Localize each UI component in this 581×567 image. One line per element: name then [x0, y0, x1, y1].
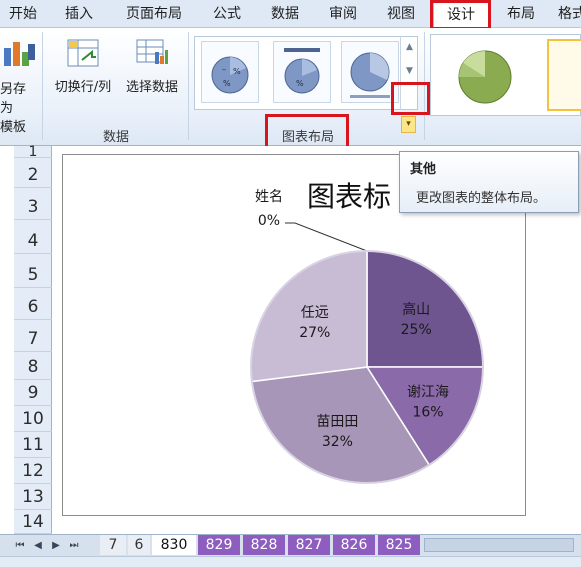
group-separator — [188, 32, 189, 140]
tab-view[interactable]: 视图 — [376, 0, 426, 28]
row-header[interactable]: 12 — [14, 458, 52, 484]
slice-category-label: 高山 — [402, 301, 430, 318]
gallery-scroll-down-button[interactable]: ▼ — [402, 60, 417, 82]
svg-text:%: % — [223, 79, 231, 88]
sheet-tab[interactable]: 7 — [100, 535, 126, 555]
row-header[interactable]: 13 — [14, 484, 52, 510]
gallery-more-button[interactable]: ▾ — [401, 116, 416, 133]
green-pie-style-icon — [458, 50, 512, 104]
ribbon-tab-bar: 开始 插入 页面布局 公式 数据 审阅 视图 设计 布局 格式 — [0, 0, 581, 29]
horizontal-scrollbar[interactable] — [424, 538, 574, 552]
chart-layout-option-1[interactable]: – % % — [201, 41, 259, 103]
switch-row-column-button[interactable]: 切换行/列 — [48, 38, 118, 95]
group-separator — [42, 32, 43, 140]
slice-category-label: 谢江海 — [407, 385, 449, 401]
save-as-template-button[interactable]: 另存为 模板 — [0, 34, 38, 135]
slice-category-label: 任远 — [301, 305, 329, 321]
slice-category-label: 姓名 — [255, 189, 283, 205]
row-header[interactable]: 3 — [14, 194, 52, 220]
row-header[interactable]: 6 — [14, 294, 52, 320]
row-header[interactable]: 8 — [14, 354, 52, 380]
leader-line — [285, 222, 368, 252]
first-sheet-button[interactable]: ⏮ — [14, 538, 26, 554]
row-header[interactable]: 9 — [14, 380, 52, 406]
gallery-scroll-up-button[interactable]: ▲ — [402, 36, 417, 58]
select-data-button[interactable]: 选择数据 — [120, 38, 184, 95]
template-icon — [4, 42, 35, 66]
next-sheet-button[interactable]: ▶ — [50, 538, 62, 554]
row-headers: 1 2 3 4 5 6 7 8 9 10 11 12 13 14 — [14, 144, 52, 534]
chart-layout-gallery: – % % % — [194, 36, 418, 110]
sheet-tab[interactable]: 826 — [333, 535, 375, 555]
prev-sheet-button[interactable]: ◀ — [32, 538, 44, 554]
gallery-scroll: ▲ ▼ — [400, 36, 418, 110]
sheet-tab-strip: ⏮ ◀ ▶ ⏭ 7 6 830 829 828 827 826 825 — [0, 534, 581, 556]
row-header[interactable]: 2 — [14, 162, 52, 188]
pie-layout-3-icon — [350, 52, 390, 98]
select-data-icon — [136, 39, 168, 64]
chart-layout-option-3[interactable] — [341, 41, 399, 103]
ribbon-panel: 另存为 模板 切换行/列 选择数据 数据 – % % % ▲ ▼ ▾ 图表布局 — [0, 28, 581, 146]
tab-home[interactable]: 开始 — [0, 0, 46, 28]
sheet-tab[interactable]: 828 — [243, 535, 285, 555]
slice-percent-label: 16% — [412, 405, 443, 421]
svg-text:%: % — [296, 79, 304, 88]
switch-row-column-label: 切换行/列 — [54, 80, 112, 95]
slice-percent-label: 32% — [322, 434, 353, 450]
save-template-label-1: 另存为 — [0, 82, 27, 116]
save-template-label-2: 模板 — [0, 120, 27, 135]
tab-review[interactable]: 审阅 — [318, 0, 368, 28]
row-header[interactable]: 10 — [14, 406, 52, 432]
slice-percent-label: 25% — [401, 322, 432, 338]
tooltip-title: 其他 — [410, 162, 437, 177]
slice-category-label: 苗田田 — [316, 414, 358, 430]
group-separator — [424, 32, 425, 140]
sheet-tab[interactable]: 829 — [198, 535, 240, 555]
status-strip — [0, 556, 581, 567]
more-layouts-tooltip: 其他 更改图表的整体布局。 — [399, 151, 579, 213]
row-header[interactable]: 11 — [14, 432, 52, 458]
slice-percent-label: 27% — [299, 325, 330, 341]
tooltip-description: 更改图表的整体布局。 — [416, 191, 547, 206]
tab-design[interactable]: 设计 — [433, 0, 489, 29]
svg-text:%: % — [233, 67, 241, 76]
pie-layout-1-icon: – % % — [211, 56, 249, 94]
tab-format[interactable]: 格式 — [552, 0, 581, 28]
sheet-tab[interactable]: 825 — [378, 535, 420, 555]
row-header[interactable]: 4 — [14, 228, 52, 254]
switch-row-column-icon — [67, 39, 99, 67]
row-header[interactable]: 5 — [14, 262, 52, 288]
chart-styles-gallery — [430, 34, 581, 116]
row-header[interactable]: 1 — [14, 144, 52, 160]
pie-layout-2-icon: % — [284, 48, 320, 94]
tab-layout[interactable]: 布局 — [496, 0, 546, 28]
row-header[interactable]: 7 — [14, 326, 52, 352]
last-sheet-button[interactable]: ⏭ — [68, 538, 80, 554]
sheet-tab[interactable]: 6 — [128, 535, 150, 555]
tab-data[interactable]: 数据 — [260, 0, 310, 28]
tab-insert[interactable]: 插入 — [54, 0, 104, 28]
sheet-tab[interactable]: 827 — [288, 535, 330, 555]
slice-percent-label: 0% — [258, 213, 280, 229]
row-header[interactable]: 14 — [14, 510, 52, 534]
tab-page-layout[interactable]: 页面布局 — [112, 0, 196, 28]
data-group-label: 数据 — [102, 130, 129, 145]
sheet-tab-current[interactable]: 830 — [152, 535, 196, 555]
svg-text:–: – — [222, 65, 226, 74]
chart-style-option-1[interactable] — [441, 41, 541, 111]
chart-layout-option-2[interactable]: % — [273, 41, 331, 103]
tab-formulas[interactable]: 公式 — [202, 0, 252, 28]
chart-style-option-2[interactable] — [547, 39, 581, 111]
chart-layout-group-label: 图表布局 — [281, 130, 334, 145]
select-data-label: 选择数据 — [125, 80, 178, 95]
